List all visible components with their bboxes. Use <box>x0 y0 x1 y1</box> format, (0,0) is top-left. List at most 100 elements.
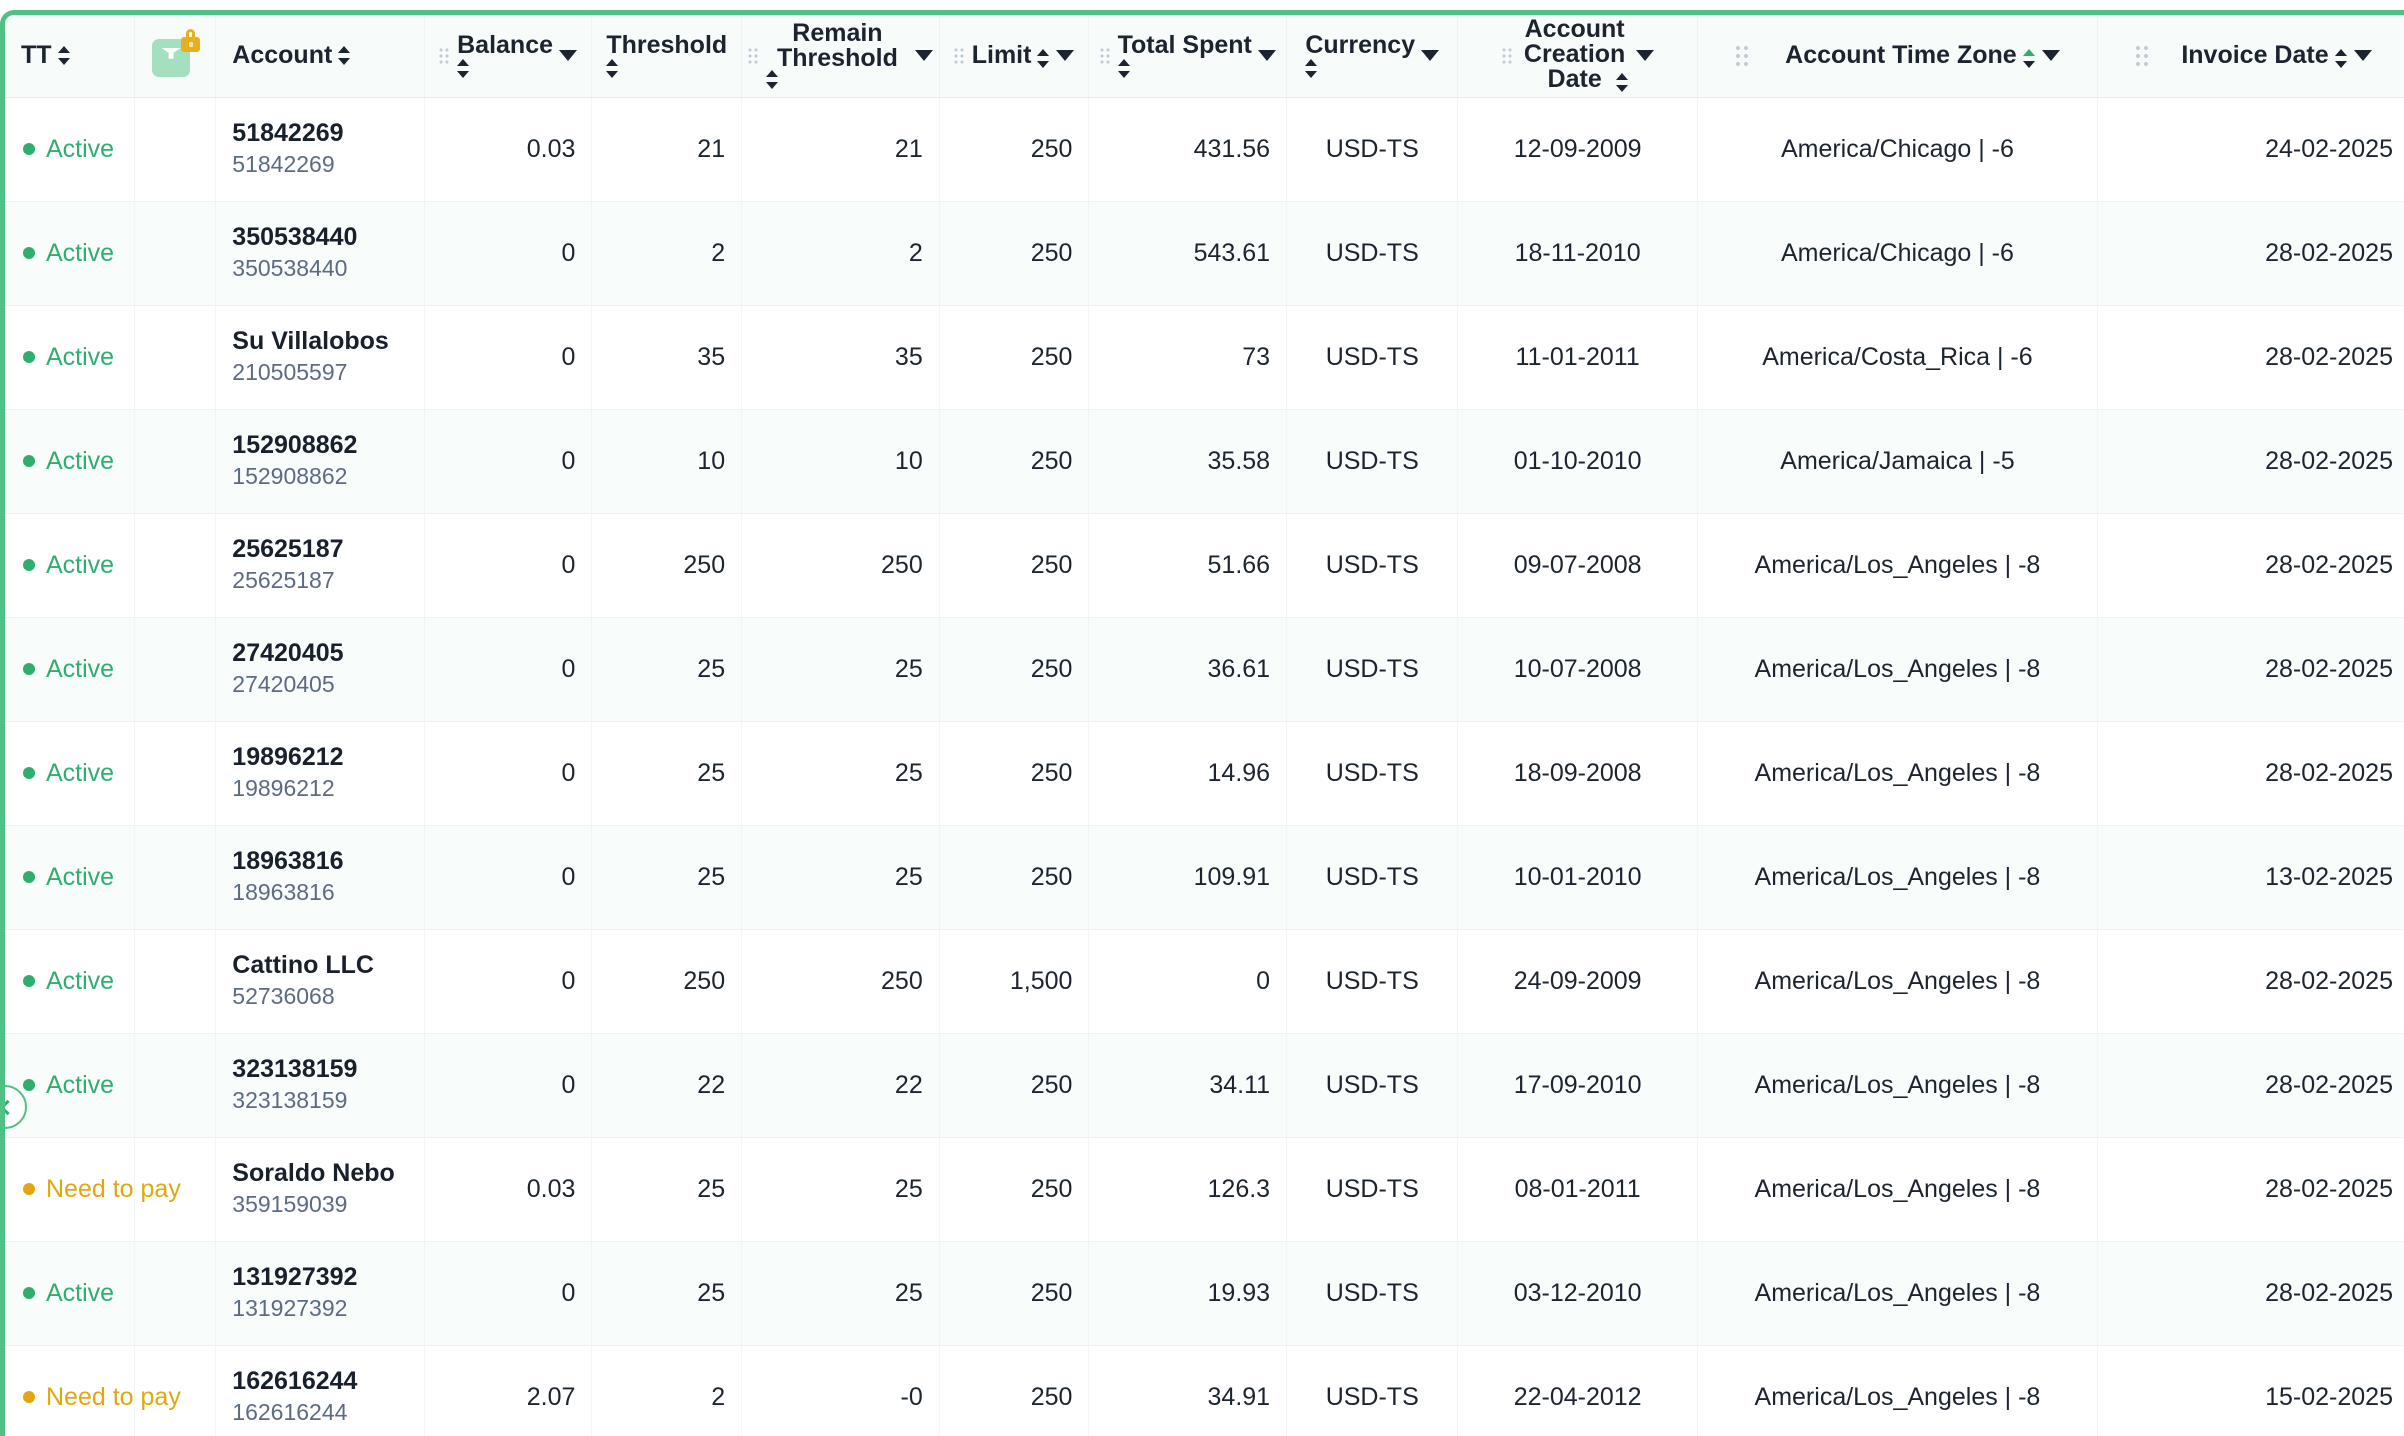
sort-icon[interactable] <box>457 58 470 80</box>
column-header-balance[interactable]: Balance <box>424 15 593 98</box>
chevron-down-icon[interactable] <box>1257 50 1276 62</box>
cell-account[interactable]: 131927392 131927392 <box>215 1241 425 1346</box>
table-row[interactable]: Active 51842269 51842269 0.03 21 21 250 431.56 U… <box>5 97 2404 202</box>
status-dot-icon <box>23 1287 35 1299</box>
cell-account[interactable]: 27420405 27420405 <box>215 617 425 722</box>
status-badge: Active <box>11 759 128 788</box>
table-row[interactable]: Need to pay Soraldo Nebo 359159039 0.03 25 25… <box>5 1137 2404 1242</box>
column-header-account-creation-date[interactable]: Account Creation Date <box>1457 15 1698 98</box>
cell-invoice-date: 28-02-2025 <box>2097 1137 2404 1242</box>
table-row[interactable]: Active Su Villalobos 210505597 0 35 35 250 73 US… <box>5 305 2404 410</box>
account-id: 51842269 <box>232 151 335 178</box>
column-header-account[interactable]: Account <box>215 15 425 98</box>
account-name: Su Villalobos <box>232 327 389 356</box>
cell-balance: 0 <box>424 513 593 618</box>
table-row[interactable]: Active 19896212 19896212 0 25 25 250 14.96 USD-T… <box>5 721 2404 826</box>
chevron-down-icon[interactable] <box>2353 50 2372 62</box>
drag-handle-icon[interactable] <box>1735 44 1750 67</box>
cell-threshold: 2 <box>591 201 743 306</box>
cell-limit: 250 <box>939 721 1090 826</box>
column-header-account-time-zone[interactable]: Account Time Zone <box>1697 15 2098 98</box>
drag-handle-icon[interactable] <box>1099 47 1110 64</box>
sort-icon[interactable] <box>2022 48 2036 68</box>
table-row[interactable]: Active Cattino LLC 52736068 0 250 250 1,500 0 US… <box>5 929 2404 1034</box>
column-header-filter-lock[interactable] <box>134 15 217 98</box>
column-header-remain-threshold[interactable]: Remain Threshold <box>741 15 940 98</box>
cell-account[interactable]: Su Villalobos 210505597 <box>215 305 425 410</box>
sort-icon[interactable] <box>606 58 619 80</box>
sort-icon[interactable] <box>1305 58 1318 80</box>
column-header-tt[interactable]: TT <box>5 15 135 98</box>
cell-account[interactable]: 25625187 25625187 <box>215 513 425 618</box>
cell-invoice-date: 28-02-2025 <box>2097 409 2404 514</box>
cell-invoice-date: 28-02-2025 <box>2097 1241 2404 1346</box>
cell-spacer <box>134 1241 217 1346</box>
cell-account[interactable]: 18963816 18963816 <box>215 825 425 930</box>
account-name: 27420405 <box>232 639 344 668</box>
sort-icon[interactable] <box>1615 72 1629 94</box>
cell-account[interactable]: 323138159 323138159 <box>215 1033 425 1138</box>
cell-remain-threshold: 25 <box>741 721 940 826</box>
chevron-down-icon[interactable] <box>1421 50 1440 62</box>
cell-status: Need to pay <box>5 1345 181 1436</box>
drag-handle-icon[interactable] <box>953 47 964 64</box>
cell-account[interactable]: 19896212 19896212 <box>215 721 425 826</box>
status-label: Need to pay <box>46 1174 181 1203</box>
cell-threshold: 21 <box>591 97 743 202</box>
sort-icon[interactable] <box>2334 48 2348 68</box>
sort-icon[interactable] <box>338 45 351 67</box>
cell-balance: 0.03 <box>424 1137 593 1242</box>
cell-status: Active <box>5 201 135 306</box>
drag-handle-icon[interactable] <box>2135 44 2150 67</box>
drag-handle-icon[interactable] <box>1501 47 1512 64</box>
column-header-currency-label: Currency <box>1305 31 1416 60</box>
column-header-invoice-date[interactable]: Invoice Date <box>2097 15 2404 98</box>
drag-handle-icon[interactable] <box>439 47 450 64</box>
table-row[interactable]: Active 27420405 27420405 0 25 25 250 36.61 USD-T… <box>5 617 2404 722</box>
table-row[interactable]: Active 152908862 152908862 0 10 10 250 35.58 USD… <box>5 409 2404 514</box>
cell-account-creation-date: 11-01-2011 <box>1457 305 1698 410</box>
cell-threshold: 35 <box>591 305 743 410</box>
cell-invoice-date: 15-02-2025 <box>2097 1345 2404 1436</box>
filter-locked-icon[interactable] <box>152 28 201 79</box>
cell-total-spent: 543.61 <box>1088 201 1288 306</box>
chevron-down-icon[interactable] <box>1056 50 1075 62</box>
cell-account-time-zone: America/Costa_Rica | -6 <box>1697 305 2098 410</box>
table-row[interactable]: Active 323138159 323138159 0 22 22 250 34.11 USD… <box>5 1033 2404 1138</box>
chevron-down-icon[interactable] <box>1635 50 1654 62</box>
column-header-limit[interactable]: Limit <box>939 15 1090 98</box>
cell-balance: 2.07 <box>424 1345 593 1436</box>
table-row[interactable]: Active 131927392 131927392 0 25 25 250 19.93 USD… <box>5 1241 2404 1346</box>
drag-handle-icon[interactable] <box>748 47 759 64</box>
sort-icon[interactable] <box>1037 48 1050 68</box>
cell-account[interactable]: 152908862 152908862 <box>215 409 425 514</box>
chevron-down-icon[interactable] <box>914 50 933 62</box>
cell-account[interactable]: 51842269 51842269 <box>215 97 425 202</box>
table-row[interactable]: Active 25625187 25625187 0 250 250 250 51.66 USD… <box>5 513 2404 618</box>
status-badge: Active <box>11 1279 128 1308</box>
cell-spacer <box>134 617 217 722</box>
cell-limit: 250 <box>939 201 1090 306</box>
sort-icon[interactable] <box>766 69 779 91</box>
table-row[interactable]: Active 18963816 18963816 0 25 25 250 109.91 USD-… <box>5 825 2404 930</box>
cell-account[interactable]: 350538440 350538440 <box>215 201 425 306</box>
status-label: Active <box>46 758 115 787</box>
column-header-threshold-label: Threshold <box>606 31 728 60</box>
cell-account[interactable]: Cattino LLC 52736068 <box>215 929 425 1034</box>
cell-account-time-zone: America/Los_Angeles | -8 <box>1697 721 2098 826</box>
column-header-threshold[interactable]: Threshold <box>591 15 743 98</box>
cell-account-creation-date: 18-09-2008 <box>1457 721 1698 826</box>
column-header-total-spent[interactable]: Total Spent <box>1088 15 1288 98</box>
table-row[interactable]: Active 350538440 350538440 0 2 2 250 543.61 USD-… <box>5 201 2404 306</box>
sort-icon[interactable] <box>1117 58 1131 80</box>
chevron-down-icon[interactable] <box>559 50 577 62</box>
cell-account[interactable]: 162616244 162616244 <box>215 1345 425 1436</box>
cell-remain-threshold: 250 <box>741 929 940 1034</box>
chevron-down-icon[interactable] <box>2041 50 2060 62</box>
cell-threshold: 250 <box>591 929 743 1034</box>
sort-icon[interactable] <box>57 45 71 67</box>
cell-status: Active <box>5 513 135 618</box>
cell-account[interactable]: Soraldo Nebo 359159039 <box>215 1137 425 1242</box>
column-header-currency[interactable]: Currency <box>1286 15 1459 98</box>
table-row[interactable]: Need to pay 162616244 162616244 2.07 2 -0 250 3… <box>5 1345 2404 1436</box>
